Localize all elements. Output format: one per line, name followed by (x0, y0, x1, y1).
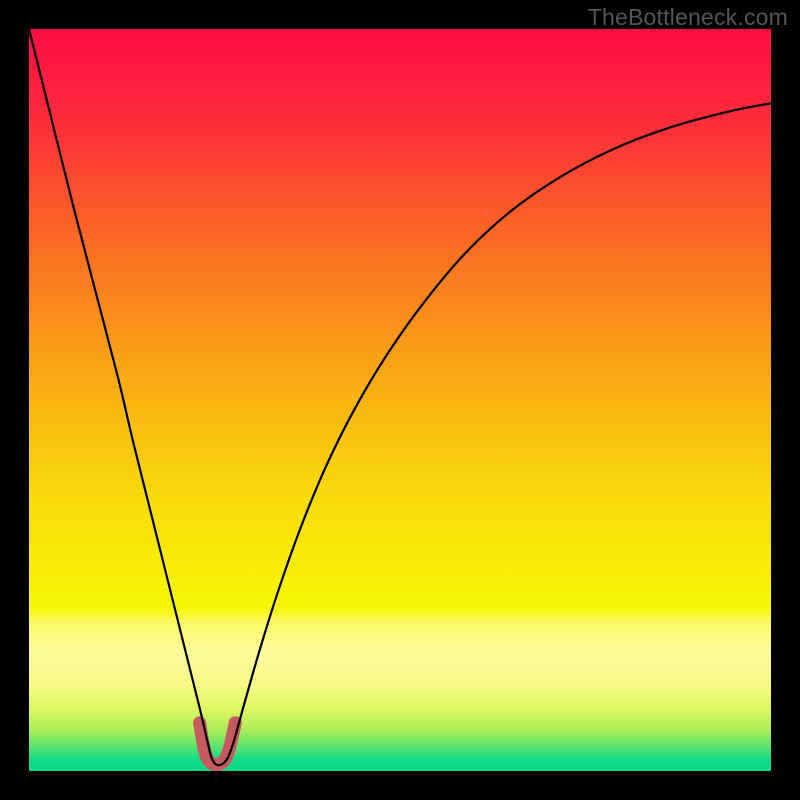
chart-curves (29, 29, 771, 771)
plot-area (29, 29, 771, 771)
attribution-label: TheBottleneck.com (588, 4, 788, 31)
bottleneck-curve-path (29, 29, 771, 765)
chart-frame: TheBottleneck.com (0, 0, 800, 800)
